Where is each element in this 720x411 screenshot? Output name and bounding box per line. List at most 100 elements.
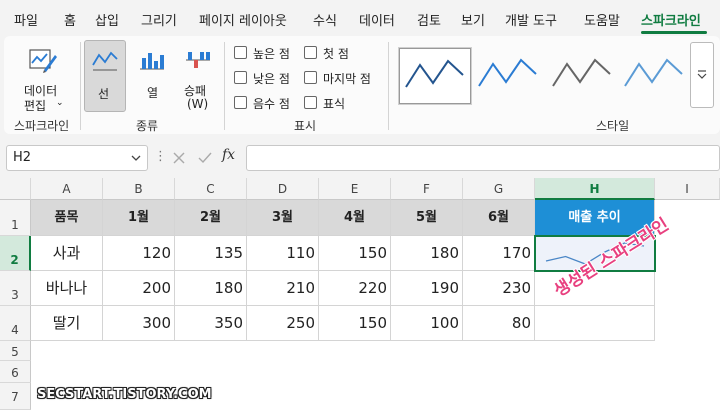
sparkline-style-1[interactable] xyxy=(399,48,471,104)
value-cell[interactable]: 350 xyxy=(175,306,247,341)
value-cell[interactable]: 230 xyxy=(463,271,535,306)
ribbon-divider xyxy=(388,42,389,130)
value-cell[interactable]: 135 xyxy=(175,236,247,271)
item-cell[interactable]: 딸기 xyxy=(31,306,103,341)
table-header-item[interactable]: 품목 xyxy=(31,200,103,236)
table-header-month[interactable]: 3월 xyxy=(247,200,319,236)
first-point-label: 첫 점 xyxy=(323,47,349,61)
table-header-month[interactable]: 6월 xyxy=(463,200,535,236)
column-header-selected[interactable]: H xyxy=(535,178,655,200)
table-header-month[interactable]: 1월 xyxy=(103,200,175,236)
sparkline-style-gallery xyxy=(397,40,717,112)
column-type-label: 열 xyxy=(147,86,159,100)
tab-home[interactable]: 홈 xyxy=(64,10,76,29)
tab-page-layout[interactable]: 페이지 레이아웃 xyxy=(199,10,287,29)
sparkline-style-preview-icon xyxy=(552,58,611,87)
column-header[interactable]: E xyxy=(319,178,391,200)
chevron-down-icon: ⌄ xyxy=(56,98,64,108)
tab-insert[interactable]: 삽입 xyxy=(95,10,119,29)
sparkline-cell-empty[interactable] xyxy=(535,306,655,341)
value-cell[interactable]: 190 xyxy=(391,271,463,306)
line-type-button[interactable]: 선 xyxy=(84,40,126,112)
row-header[interactable]: 3 xyxy=(0,271,31,306)
column-header[interactable]: D xyxy=(247,178,319,200)
column-header[interactable]: C xyxy=(175,178,247,200)
value-cell[interactable]: 200 xyxy=(103,271,175,306)
ribbon-panel: 데이터 편집 ⌄ 스파크라인 선 열 승패 (W) 종류 높은 점 낮은 점 음… xyxy=(4,36,720,134)
negative-points-checkbox[interactable] xyxy=(234,96,247,109)
more-options-icon[interactable]: ⋮ xyxy=(154,149,167,164)
row-header[interactable]: 1 xyxy=(0,200,31,236)
column-header[interactable]: I xyxy=(655,178,720,200)
first-point-checkbox[interactable] xyxy=(304,46,317,59)
last-point-checkbox[interactable] xyxy=(304,71,317,84)
tab-formulas[interactable]: 수식 xyxy=(313,10,337,29)
worksheet-grid[interactable]: A B C D E F G H I 1 2 3 4 5 6 7 품목 1월 2월… xyxy=(0,178,720,410)
ribbon-divider xyxy=(224,42,225,130)
formula-input[interactable] xyxy=(246,145,720,171)
sparkline-style-3[interactable] xyxy=(547,48,619,104)
winloss-type-button[interactable]: 승패 (W) xyxy=(178,40,220,112)
value-cell[interactable]: 220 xyxy=(319,271,391,306)
tab-sparkline[interactable]: 스파크라인 xyxy=(641,10,701,29)
value-cell[interactable]: 180 xyxy=(175,271,247,306)
sparkline-style-2[interactable] xyxy=(473,48,545,104)
last-point-label: 마지막 점 xyxy=(323,72,371,86)
value-cell[interactable]: 150 xyxy=(319,306,391,341)
name-box[interactable]: H2 xyxy=(6,145,148,171)
value-cell[interactable]: 120 xyxy=(103,236,175,271)
group-label-type: 종류 xyxy=(136,119,159,133)
value-cell[interactable]: 150 xyxy=(319,236,391,271)
line-type-label: 선 xyxy=(98,87,110,101)
table-header-month[interactable]: 5월 xyxy=(391,200,463,236)
insert-function-icon[interactable]: fx xyxy=(222,147,235,163)
table-header-month[interactable]: 4월 xyxy=(319,200,391,236)
table-header-month[interactable]: 2월 xyxy=(175,200,247,236)
row-header[interactable]: 6 xyxy=(0,361,31,383)
edit-data-button[interactable]: 데이터 편집 ⌄ xyxy=(12,40,74,113)
column-type-button[interactable]: 열 xyxy=(132,40,174,112)
row-header-selected[interactable]: 2 xyxy=(0,236,31,271)
item-cell[interactable]: 바나나 xyxy=(31,271,103,306)
select-all-corner[interactable] xyxy=(0,178,31,200)
tab-developer[interactable]: 개발 도구 xyxy=(505,10,557,29)
cancel-icon[interactable] xyxy=(172,151,186,165)
group-label-sparkline: 스파크라인 xyxy=(14,119,70,133)
value-cell[interactable]: 180 xyxy=(391,236,463,271)
watermark: SECSTART.TISTORY.COM xyxy=(37,387,212,402)
row-header[interactable]: 7 xyxy=(0,383,31,410)
markers-checkbox[interactable] xyxy=(304,96,317,109)
high-point-label: 높은 점 xyxy=(253,47,290,61)
row-header[interactable]: 4 xyxy=(0,306,31,341)
tab-help[interactable]: 도움말 xyxy=(584,10,620,29)
low-point-label: 낮은 점 xyxy=(253,72,290,86)
sparkline-style-preview-icon xyxy=(405,59,464,88)
ribbon-divider xyxy=(80,42,81,130)
column-sparkline-icon xyxy=(140,53,164,70)
column-header[interactable]: F xyxy=(391,178,463,200)
tab-draw[interactable]: 그리기 xyxy=(141,10,177,29)
column-header[interactable]: A xyxy=(31,178,103,200)
sparkline-style-4[interactable] xyxy=(619,48,691,104)
item-cell[interactable]: 사과 xyxy=(31,236,103,271)
value-cell[interactable]: 100 xyxy=(391,306,463,341)
value-cell[interactable]: 80 xyxy=(463,306,535,341)
style-gallery-more-button[interactable] xyxy=(690,42,714,108)
enter-check-icon[interactable] xyxy=(197,151,213,165)
value-cell[interactable]: 110 xyxy=(247,236,319,271)
column-header[interactable]: G xyxy=(463,178,535,200)
markers-label: 표식 xyxy=(323,97,346,111)
value-cell[interactable]: 300 xyxy=(103,306,175,341)
value-cell[interactable]: 170 xyxy=(463,236,535,271)
low-point-checkbox[interactable] xyxy=(234,71,247,84)
tab-view[interactable]: 보기 xyxy=(461,10,485,29)
high-point-checkbox[interactable] xyxy=(234,46,247,59)
value-cell[interactable]: 250 xyxy=(247,306,319,341)
line-sparkline-icon xyxy=(92,51,118,71)
row-header[interactable]: 5 xyxy=(0,341,31,361)
tab-data[interactable]: 데이터 xyxy=(359,10,395,29)
tab-file[interactable]: 파일 xyxy=(14,10,38,29)
tab-review[interactable]: 검토 xyxy=(417,10,441,29)
column-header[interactable]: B xyxy=(103,178,175,200)
value-cell[interactable]: 210 xyxy=(247,271,319,306)
